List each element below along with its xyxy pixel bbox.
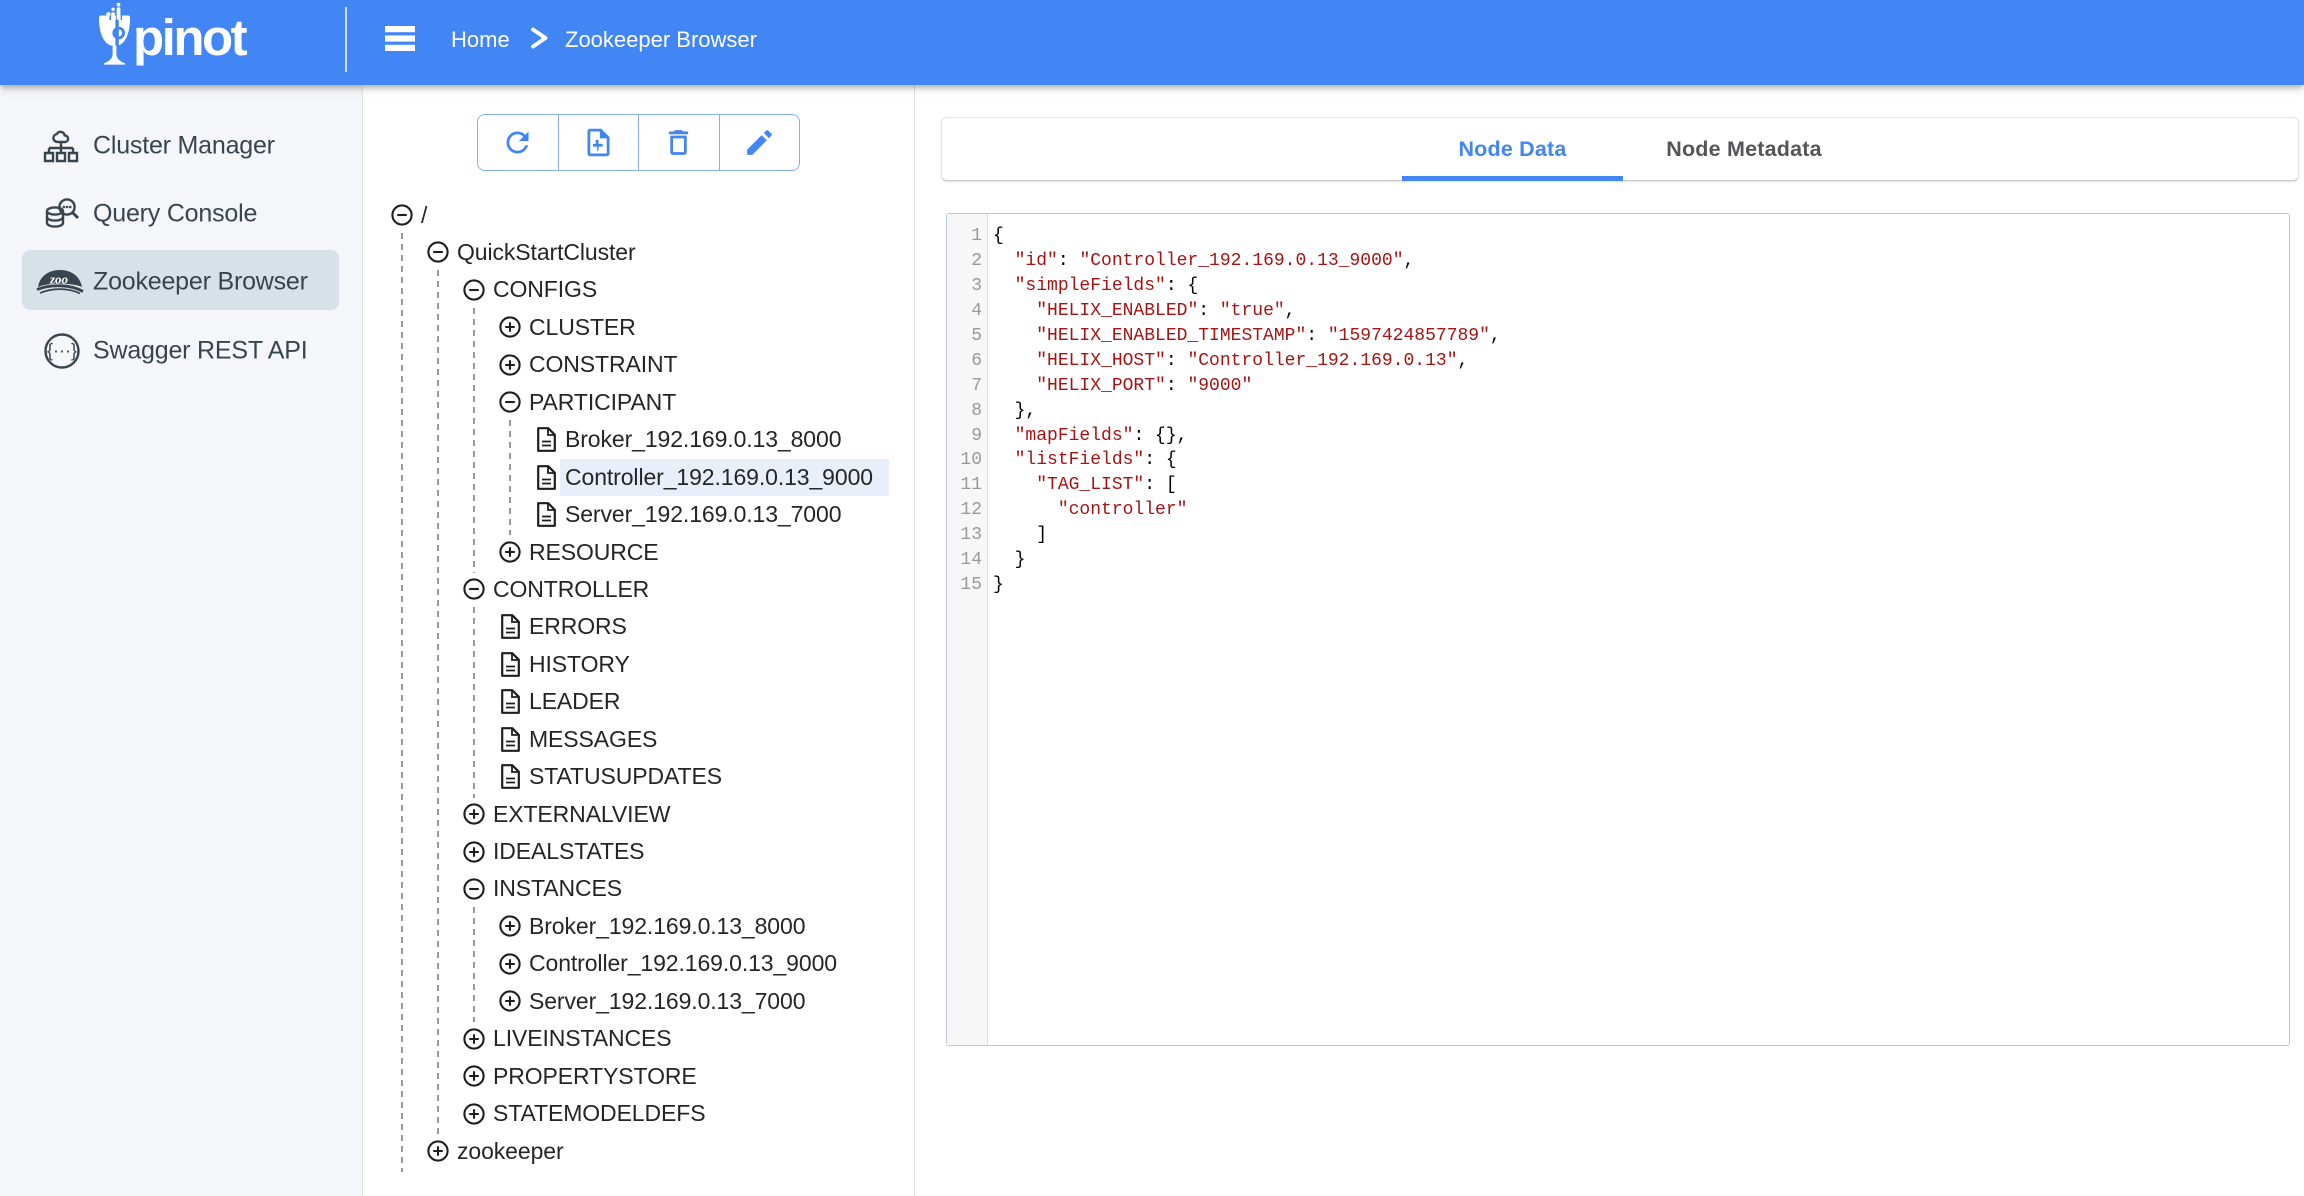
svg-text:zoo: zoo xyxy=(49,272,69,287)
svg-text:{···}: {···} xyxy=(47,341,77,361)
